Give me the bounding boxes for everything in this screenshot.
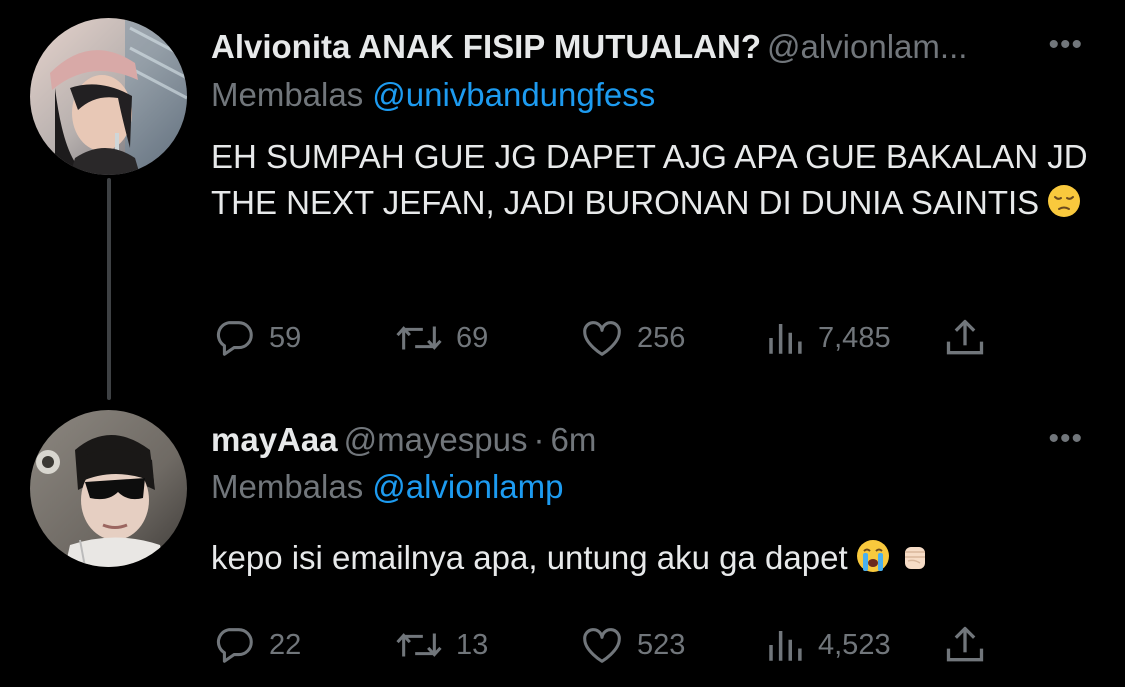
reply-prefix-label: Membalas bbox=[211, 76, 364, 113]
display-name[interactable]: mayAaa bbox=[211, 421, 338, 458]
like-button[interactable]: 523 bbox=[579, 620, 685, 670]
header-separator: · bbox=[533, 421, 545, 458]
tweet-timestamp[interactable]: 6m bbox=[551, 421, 597, 458]
reply-count: 59 bbox=[269, 321, 302, 354]
mention-link[interactable]: @univbandungfess bbox=[372, 76, 655, 113]
raised-fist-emoji bbox=[898, 539, 932, 585]
avatar[interactable] bbox=[30, 410, 187, 567]
tweet-text-content: EH SUMPAH GUE JG DAPET AJG APA GUE BAKAL… bbox=[211, 138, 1088, 221]
share-icon bbox=[943, 316, 987, 360]
tweet[interactable]: mayAaa @mayespus · 6m ••• Membalas @alvionla… bbox=[0, 400, 1125, 687]
retweet-count: 69 bbox=[456, 321, 489, 354]
like-icon bbox=[579, 622, 625, 668]
retweet-icon bbox=[394, 622, 444, 668]
like-icon bbox=[579, 315, 625, 361]
user-handle[interactable]: @mayespus bbox=[344, 421, 528, 458]
reply-icon bbox=[211, 622, 257, 668]
reply-context: Membalas @alvionlamp bbox=[211, 467, 563, 507]
tweet-text-content: kepo isi emailnya apa, untung aku ga dap… bbox=[211, 539, 848, 576]
views-button[interactable]: 7,485 bbox=[764, 313, 891, 363]
share-button[interactable] bbox=[943, 313, 987, 363]
reply-count: 22 bbox=[269, 628, 302, 661]
retweet-icon bbox=[394, 315, 444, 361]
like-count: 523 bbox=[637, 628, 686, 661]
like-button[interactable]: 256 bbox=[579, 313, 685, 363]
views-icon bbox=[764, 317, 806, 359]
retweet-button[interactable]: 69 bbox=[394, 313, 488, 363]
tweet[interactable]: Alvionita ANAK FISIP MUTUALAN? @alvionlam… bbox=[0, 0, 1125, 400]
mention-link[interactable]: @alvionlamp bbox=[372, 468, 563, 505]
user-handle[interactable]: @alvionlam... bbox=[767, 28, 967, 65]
display-name[interactable]: Alvionita ANAK FISIP MUTUALAN? bbox=[211, 28, 761, 65]
loudly-crying-face-emoji bbox=[856, 539, 890, 585]
share-button[interactable] bbox=[943, 620, 987, 670]
retweet-count: 13 bbox=[456, 628, 489, 661]
views-icon bbox=[764, 624, 806, 666]
views-button[interactable]: 4,523 bbox=[764, 620, 891, 670]
tweet-text: kepo isi emailnya apa, untung aku ga dap… bbox=[211, 535, 1091, 585]
views-count: 7,485 bbox=[818, 321, 891, 354]
reply-button[interactable]: 22 bbox=[211, 620, 301, 670]
reply-button[interactable]: 59 bbox=[211, 313, 301, 363]
like-count: 256 bbox=[637, 321, 686, 354]
tweet-header: mayAaa @mayespus · 6m bbox=[211, 420, 596, 460]
tweet-actions: 59 69 256 7,485 bbox=[211, 313, 1011, 363]
more-options-icon[interactable]: ••• bbox=[1048, 30, 1083, 60]
reply-prefix-label: Membalas bbox=[211, 468, 364, 505]
retweet-button[interactable]: 13 bbox=[394, 620, 488, 670]
avatar[interactable] bbox=[30, 18, 187, 175]
reply-icon bbox=[211, 315, 257, 361]
more-options-icon[interactable]: ••• bbox=[1048, 424, 1083, 454]
pensive-face-emoji bbox=[1047, 184, 1081, 230]
tweet-text: EH SUMPAH GUE JG DAPET AJG APA GUE BAKAL… bbox=[211, 134, 1091, 230]
share-icon bbox=[943, 623, 987, 667]
tweet-actions: 22 13 523 4,523 bbox=[211, 620, 1011, 670]
views-count: 4,523 bbox=[818, 628, 891, 661]
reply-context: Membalas @univbandungfess bbox=[211, 75, 655, 115]
tweet-header: Alvionita ANAK FISIP MUTUALAN? @alvionlam… bbox=[211, 27, 967, 67]
